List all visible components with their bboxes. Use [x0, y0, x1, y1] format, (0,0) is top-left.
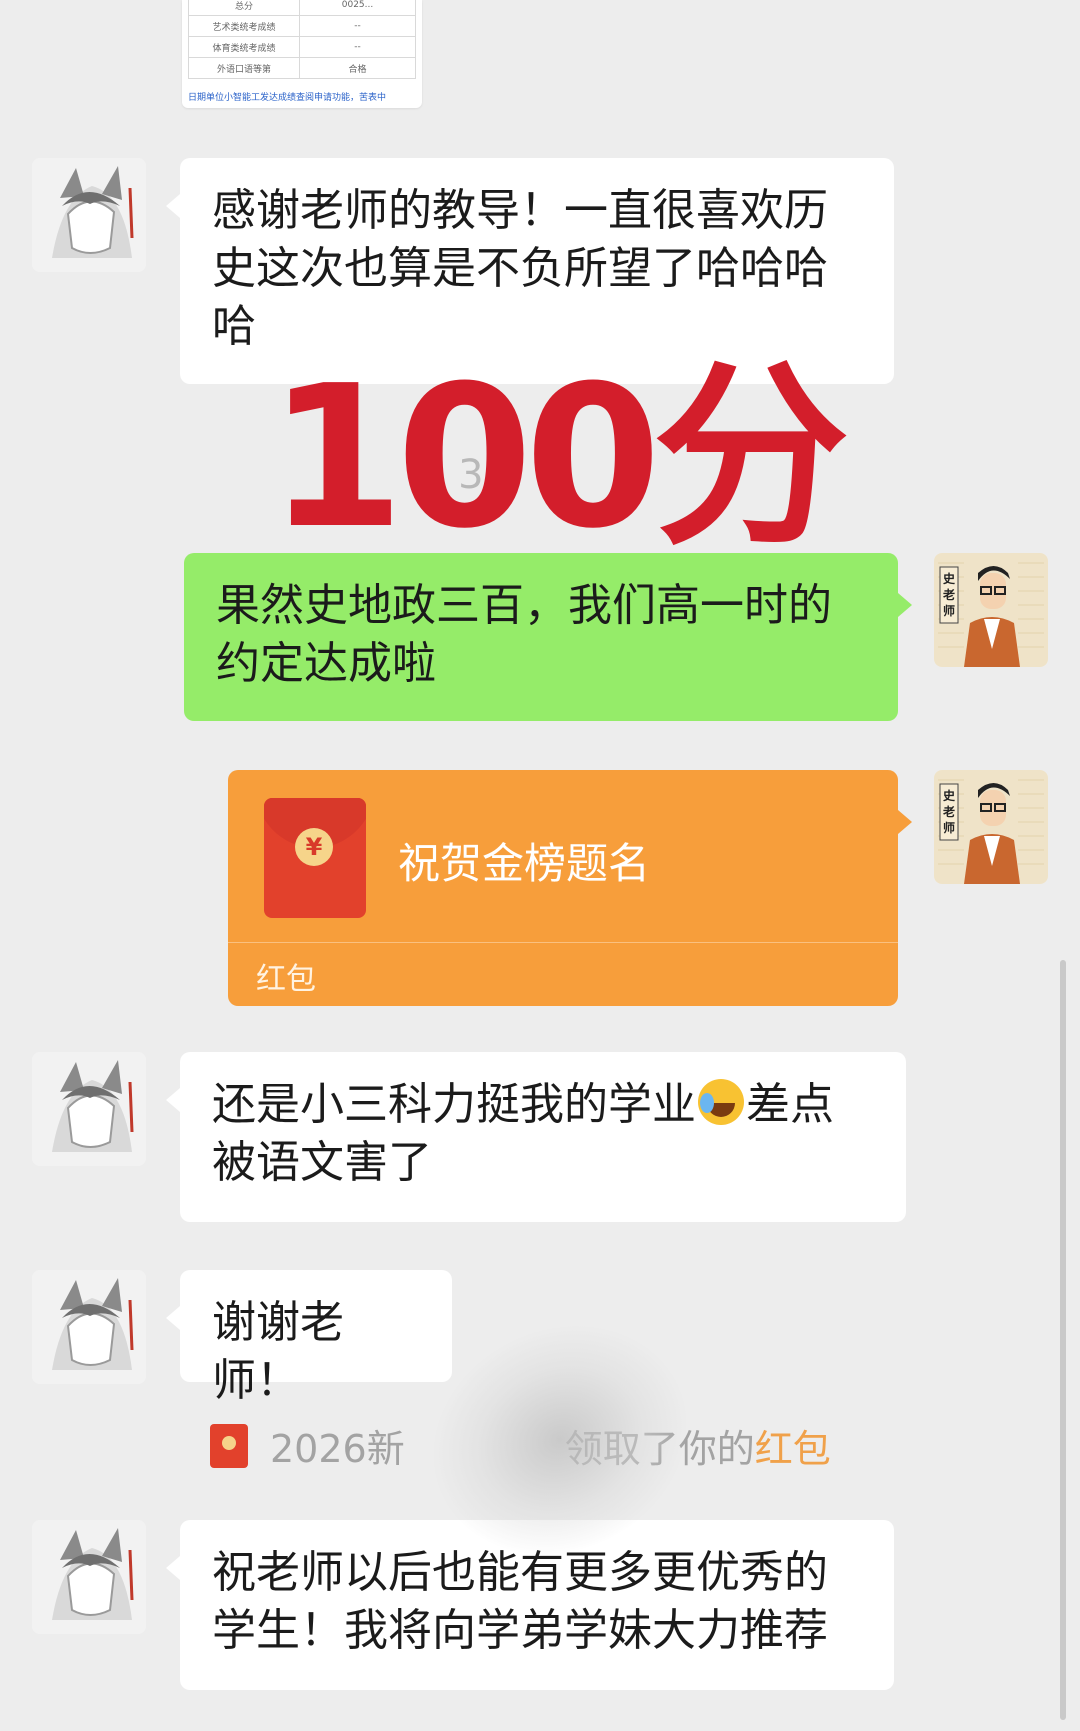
table-row: 外语口语等第 合格: [188, 57, 416, 79]
teacher-badge: 史老师: [943, 789, 956, 835]
table-row: 体育类统考成绩 --: [188, 36, 416, 58]
message-bubble-incoming[interactable]: 还是小三科力挺我的学业 差点被语文害了: [166, 1052, 906, 1222]
table-cell-label: 体育类统考成绩: [188, 36, 300, 58]
table-row: 艺术类统考成绩 --: [188, 15, 416, 37]
student-avatar[interactable]: [32, 1270, 146, 1384]
message-text: 感谢老师的教导！一直很喜欢历史这次也算是不负所望了哈哈哈哈: [212, 185, 828, 352]
message-text: 谢谢老师！: [212, 1297, 344, 1406]
red-packet-card[interactable]: ¥ 祝贺金榜题名 红包: [228, 770, 912, 1006]
table-row: 总分 0025...: [188, 0, 416, 16]
notice-prefix: 2026新: [270, 1427, 405, 1471]
anime-avatar-icon: [32, 158, 146, 272]
scrollbar[interactable]: [1060, 960, 1066, 1720]
table-cell-value: 0025...: [299, 0, 416, 16]
table-cell-label: 外语口语等第: [188, 57, 300, 79]
message-bubble-incoming[interactable]: 谢谢老师！: [166, 1270, 452, 1406]
shared-screenshot-card[interactable]: 总分 0025... 艺术类统考成绩 -- 体育类统考成绩 -- 外语口语等第 …: [182, 0, 422, 108]
student-avatar[interactable]: [32, 158, 146, 272]
message-text: 祝老师以后也能有更多更优秀的学生！我将向学弟学妹大力推荐: [212, 1547, 828, 1656]
teacher-badge: 史老师: [943, 572, 956, 618]
message-text: 还是小三科力挺我的学业: [212, 1079, 696, 1130]
table-cell-value: --: [299, 15, 416, 37]
anime-avatar-icon: [32, 1520, 146, 1634]
red-packet-icon: [210, 1424, 248, 1468]
student-avatar[interactable]: [32, 1052, 146, 1166]
student-avatar[interactable]: [32, 1520, 146, 1634]
red-packet-title: 祝贺金榜题名: [398, 839, 651, 888]
message-bubble-outgoing[interactable]: 果然史地政三百，我们高一时的约定达成啦: [184, 553, 912, 721]
red-packet-label: 红包: [256, 962, 316, 997]
table-cell-label: 总分: [188, 0, 300, 16]
message-text: 果然史地政三百，我们高一时的约定达成啦: [216, 580, 832, 689]
loudly-crying-face-icon: [698, 1079, 744, 1125]
anime-avatar-icon: [32, 1052, 146, 1166]
anime-avatar-icon: [32, 1270, 146, 1384]
table-cell-value: 合格: [299, 57, 416, 79]
doc-footnote: 日期单位小智能工发达成绩查阅申请功能，苦表中: [188, 93, 387, 103]
table-cell-value: --: [299, 36, 416, 58]
score-overlay-text: 100分: [268, 344, 849, 572]
teacher-avatar[interactable]: 史老师: [934, 553, 1048, 667]
teacher-avatar[interactable]: 史老师: [934, 770, 1048, 884]
red-packet-icon: ¥: [264, 798, 366, 918]
score-table: 总分 0025... 艺术类统考成绩 -- 体育类统考成绩 -- 外语口语等第 …: [188, 0, 416, 79]
notice-red-packet-link[interactable]: 红包: [755, 1427, 831, 1471]
table-cell-label: 艺术类统考成绩: [188, 15, 300, 37]
